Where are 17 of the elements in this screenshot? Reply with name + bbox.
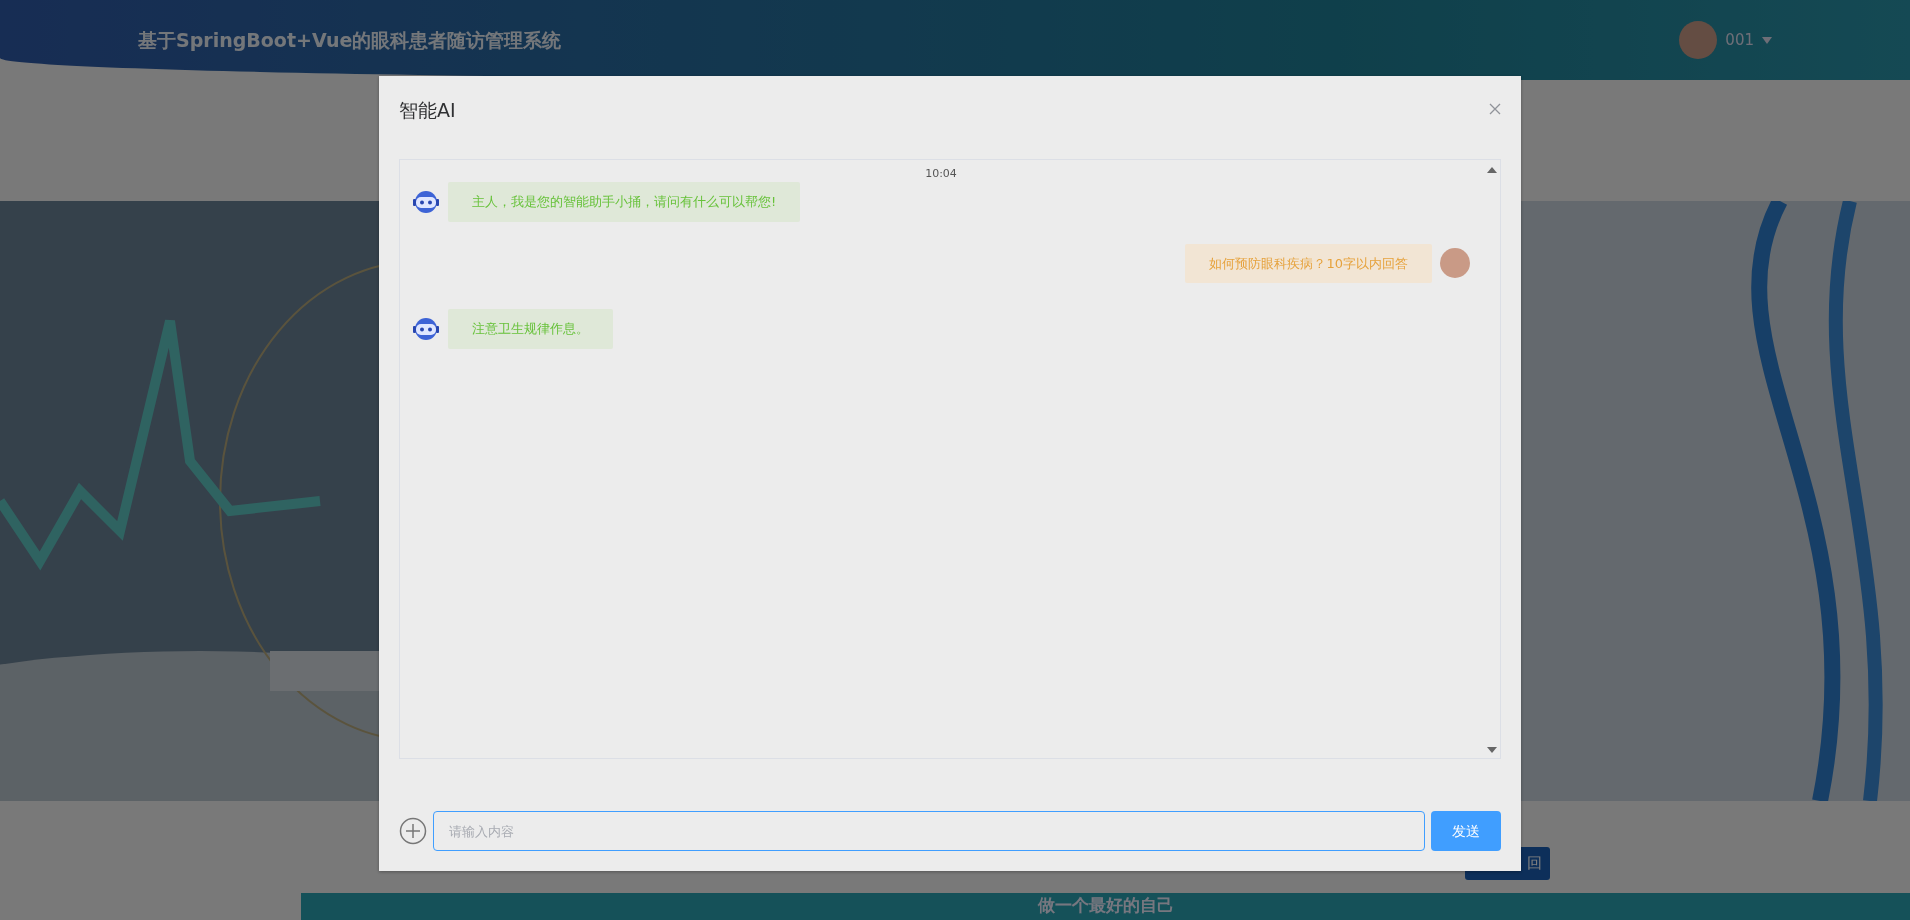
bot-message: 注意卫生规律作息。 bbox=[448, 309, 613, 349]
message-input[interactable]: 请输入内容 bbox=[433, 811, 1425, 851]
scroll-up-icon[interactable] bbox=[1487, 165, 1497, 174]
footer-text: 做一个最好的自己 bbox=[1037, 895, 1174, 916]
bot-message: 主人，我是您的智能助手小捅，请问有什么可以帮您! bbox=[448, 182, 801, 222]
caret-icon bbox=[1762, 36, 1772, 44]
send-button[interactable]: 发送 bbox=[1431, 811, 1501, 851]
app-title: 基于SpringBoot+Vue的眼科患者随访管理系统 bbox=[138, 27, 562, 53]
dialog-title: 智能AI bbox=[399, 98, 456, 123]
add-icon[interactable] bbox=[399, 817, 427, 845]
user-avatar bbox=[1440, 248, 1470, 279]
avatar bbox=[1679, 21, 1718, 59]
message-time: 10:04 bbox=[924, 165, 958, 182]
user-name: 001 bbox=[1725, 29, 1754, 51]
user-menu[interactable]: 001 bbox=[1679, 21, 1772, 59]
scroll-down-icon[interactable] bbox=[1487, 745, 1497, 754]
user-message: 如何预防眼科疾病？10字以内回答 bbox=[1185, 243, 1432, 283]
